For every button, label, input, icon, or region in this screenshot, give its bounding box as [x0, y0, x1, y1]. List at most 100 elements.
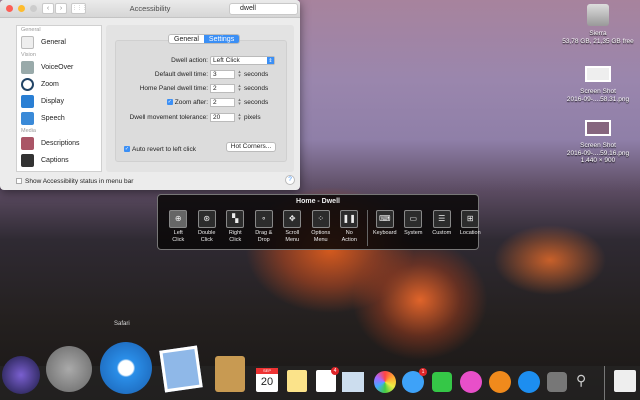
sidebar-item-general[interactable]: General — [17, 34, 101, 51]
screenshot-utility-icon[interactable]: ⚲ — [576, 372, 590, 392]
tab-settings[interactable]: Settings — [203, 35, 240, 43]
system-preferences-icon[interactable] — [547, 372, 567, 392]
zoom-after-stepper[interactable]: ▴ ▾ — [237, 97, 242, 107]
default-dwell-field[interactable]: 3 — [210, 69, 235, 79]
sub: 1.440 × 900 — [580, 157, 616, 164]
dwell-item-label: Right — [228, 230, 242, 236]
home-panel-dwell-field[interactable]: 2 — [210, 83, 235, 93]
show-status-checkbox[interactable] — [16, 178, 22, 184]
reminders-icon[interactable]: 4 — [316, 367, 339, 392]
dwell-item-label: System — [404, 230, 423, 236]
home-panel-stepper[interactable]: ▴ ▾ — [237, 83, 242, 93]
default-dwell-stepper[interactable]: ▴ ▾ — [237, 69, 242, 79]
dwell-item-label: Custom — [432, 230, 452, 236]
show-status-label: Show Accessibility status in menu bar — [25, 177, 134, 185]
dwell-item[interactable]: ⊞ Location — [456, 210, 485, 246]
dwell-item-label: Click — [200, 237, 213, 243]
mail-icon[interactable] — [159, 345, 203, 393]
zoom-after-field[interactable]: 2 — [210, 97, 235, 107]
dwell-home-panel: Home - Dwell ⊕ Left Click ⊛ Double Click ▚ Righ… — [157, 194, 481, 250]
sidebar-item-captions[interactable]: Captions — [17, 152, 101, 169]
desktop-item-screenshot-2[interactable]: Screen Shot 2016-09-....59.16.png 1.440 × … — [556, 120, 640, 165]
safari-icon[interactable] — [100, 342, 152, 394]
messages-badge: 1 — [419, 368, 427, 376]
dwell-item[interactable]: ⊕ Left Click — [164, 210, 193, 246]
unit-label: seconds — [244, 84, 269, 92]
dwell-item-icon: ▚ — [226, 210, 245, 228]
dwell-item-icon: ⌨ — [375, 210, 394, 228]
home-panel-dwell-label: Home Panel dwell time: — [139, 84, 208, 92]
dwell-item-icon: ❚❚ — [340, 210, 359, 228]
contacts-icon[interactable] — [215, 356, 245, 392]
divider — [366, 210, 368, 246]
itunes-icon[interactable] — [460, 371, 482, 393]
dwell-item-icon: ⊕ — [169, 210, 188, 228]
calendar-day: 20 — [260, 376, 274, 388]
sidebar-header: General — [21, 27, 41, 33]
dwell-item-icon: ✥ — [283, 210, 302, 228]
dwell-item-label: Click — [229, 237, 242, 243]
dwell-action-label: Dwell action: — [171, 56, 208, 64]
label: Screen Shot — [580, 88, 616, 95]
label: Descriptions — [41, 140, 80, 147]
descriptions-icon — [21, 137, 34, 150]
tolerance-field[interactable]: 20 — [210, 112, 235, 122]
zoom-after-checkbox[interactable]: ✓ — [166, 99, 173, 105]
display-icon — [21, 95, 34, 108]
dwell-item[interactable]: ⁘ Options Menu — [307, 210, 336, 246]
sidebar-item-voiceover[interactable]: VoiceOver — [17, 59, 101, 76]
messages-icon[interactable]: 1 — [402, 368, 427, 393]
dwell-item-label: Drag & — [255, 230, 273, 236]
title-bar: ‹ › ⋮⋮⋮ Accessibility dwell — [0, 0, 300, 18]
search-input[interactable]: dwell — [229, 3, 298, 15]
downloads-stack-icon[interactable] — [614, 370, 636, 392]
dwell-item[interactable]: ☰ Custom — [428, 210, 457, 246]
reminders-badge: 4 — [331, 367, 339, 375]
desktop-item-sierra[interactable]: Sierra 53,78 GB, 21,35 GB free — [556, 4, 640, 45]
tolerance-stepper[interactable]: ▴ ▾ — [237, 112, 242, 122]
dwell-item[interactable]: ▭ System — [399, 210, 428, 246]
label: Speech — [41, 115, 65, 122]
dwell-item-label: No — [345, 230, 353, 236]
dwell-item[interactable]: ✥ Scroll Menu — [278, 210, 307, 246]
dwell-item[interactable]: ∘ Drag & Drop — [250, 210, 279, 246]
dwell-item[interactable]: ▚ Right Click — [221, 210, 250, 246]
tolerance-label: Dwell movement tolerance: — [129, 113, 208, 121]
dwell-item-icon: ∘ — [254, 210, 273, 228]
notes-icon[interactable] — [287, 370, 307, 392]
sidebar-item-descriptions[interactable]: Descriptions — [17, 135, 101, 152]
sidebar-header: Vision — [21, 52, 36, 58]
preview-icon[interactable] — [342, 372, 364, 392]
dwell-item-icon: ▭ — [404, 210, 423, 228]
app-store-icon[interactable] — [518, 371, 540, 393]
hot-corners-button[interactable]: Hot Corners... — [226, 142, 276, 152]
dwell-action-select[interactable]: Left Click ⇕ — [210, 55, 275, 65]
dwell-item-icon: ⊞ — [461, 210, 480, 228]
sidebar-item-speech[interactable]: Speech — [17, 110, 101, 127]
dwell-item[interactable]: ⊛ Double Click — [193, 210, 222, 246]
facetime-icon[interactable] — [432, 372, 452, 392]
sidebar-item-display[interactable]: Display — [17, 93, 101, 110]
chevron-updown-icon: ⇕ — [267, 56, 274, 64]
dwell-item-icon: ⊛ — [197, 210, 216, 228]
dwell-item[interactable]: ❚❚ No Action — [335, 210, 364, 246]
tab-general[interactable]: General — [169, 35, 204, 43]
ibooks-icon[interactable] — [489, 371, 511, 393]
sidebar-item-zoom[interactable]: Zoom — [17, 76, 101, 93]
siri-icon[interactable] — [2, 356, 40, 394]
help-button[interactable]: ? — [285, 175, 295, 185]
unit-label: pixels — [244, 113, 261, 121]
dwell-item[interactable]: ⌨ Keyboard — [371, 210, 400, 246]
desktop-item-screenshot-1[interactable]: Screen Shot 2016-09-....58.31.png — [556, 66, 640, 103]
auto-revert-checkbox[interactable]: ✓ — [124, 146, 130, 152]
photos-icon[interactable] — [374, 371, 396, 393]
dwell-item-label: Action — [341, 237, 357, 243]
default-dwell-label: Default dwell time: — [154, 70, 208, 78]
dwell-item-label: Keyboard — [372, 230, 397, 236]
sidebar-header: Media — [21, 128, 36, 134]
launchpad-icon[interactable] — [46, 346, 92, 392]
captions-icon — [21, 154, 34, 167]
voiceover-icon — [21, 61, 34, 74]
calendar-icon[interactable]: SEP 20 — [256, 368, 278, 392]
zoom-icon — [21, 78, 34, 91]
